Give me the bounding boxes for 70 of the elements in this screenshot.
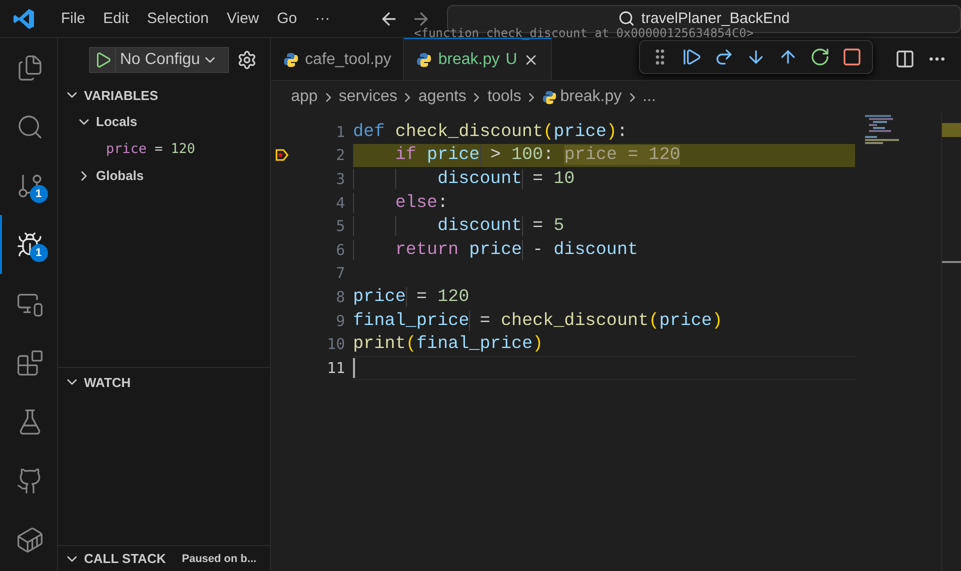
section-title: CALL STACK xyxy=(84,551,166,566)
editor-tab[interactable]: break.py U xyxy=(404,38,552,80)
search-icon xyxy=(16,112,44,140)
line-number: 10 xyxy=(326,335,345,354)
code-line: price = 120 xyxy=(353,286,470,309)
status-text: Paused on b... xyxy=(182,552,256,564)
section-title: VARIABLES xyxy=(84,88,158,102)
stop-icon xyxy=(842,47,862,67)
bug-icon xyxy=(16,230,44,258)
breadcrumb-item[interactable]: ... xyxy=(642,88,656,106)
restart-button[interactable] xyxy=(810,47,830,67)
continue-icon xyxy=(682,47,702,67)
count-badge: 1 xyxy=(30,244,48,262)
untracked-status: U xyxy=(506,50,518,68)
line-number: 5 xyxy=(334,217,345,236)
activity-bar-item[interactable]: 1 xyxy=(0,156,58,215)
line-number: 2 xyxy=(334,146,345,164)
restart-icon xyxy=(810,47,830,67)
menu-item[interactable]: Edit xyxy=(94,10,138,27)
menu-item[interactable]: Go xyxy=(268,10,306,27)
menu-item[interactable]: ··· xyxy=(306,10,340,27)
branch-icon xyxy=(16,172,44,200)
breadcrumb-item[interactable]: break.py xyxy=(560,88,622,106)
paused-breakpoint-icon[interactable] xyxy=(275,148,289,162)
text-cursor xyxy=(353,358,355,378)
line-number: 9 xyxy=(334,312,345,330)
breadcrumb-item[interactable]: services xyxy=(338,88,398,106)
search-icon xyxy=(618,10,636,27)
continue-button[interactable] xyxy=(682,47,702,67)
code-line: discount = 5 xyxy=(353,214,855,238)
menu-item[interactable]: Selection xyxy=(138,10,218,27)
app-logo-icon xyxy=(12,6,36,30)
step-over-button[interactable] xyxy=(714,47,734,67)
files-icon xyxy=(16,54,44,82)
code-line: print(final_price) xyxy=(353,333,544,356)
line-number: 1 xyxy=(334,122,345,141)
code-line: else: xyxy=(353,190,855,214)
count-badge: 1 xyxy=(30,185,48,203)
breadcrumb-item[interactable]: app xyxy=(291,88,318,106)
variable-item[interactable]: price = 120 xyxy=(58,135,270,162)
settings-icon[interactable] xyxy=(237,50,257,70)
python-icon xyxy=(416,52,432,68)
line-number: 3 xyxy=(334,170,345,188)
step-over-icon xyxy=(714,47,734,67)
stop-button[interactable] xyxy=(842,47,862,67)
inline-value: price = 120 xyxy=(564,145,680,166)
line-number: 11 xyxy=(326,358,345,377)
container-icon xyxy=(16,526,44,554)
menu-item[interactable]: View xyxy=(218,10,268,27)
minimap-drawing xyxy=(865,115,899,144)
section-title: WATCH xyxy=(84,374,131,390)
code-line: def check_discount(price): xyxy=(353,120,629,144)
scope-label[interactable]: Globals xyxy=(96,168,144,183)
menu-item[interactable]: File xyxy=(52,10,94,27)
breadcrumb-item[interactable]: tools xyxy=(487,88,522,106)
blocks-icon xyxy=(16,348,44,376)
scope-label[interactable]: Locals xyxy=(96,114,138,129)
config-select[interactable]: No Configu xyxy=(116,51,228,69)
code-line: discount = 10 xyxy=(353,167,855,191)
line-number: 6 xyxy=(334,240,345,259)
python-icon xyxy=(283,52,299,68)
line-number: 7 xyxy=(334,264,345,282)
line-number: 4 xyxy=(334,194,345,212)
code-line: final_price = check_discount(price) xyxy=(353,310,724,332)
line-number: 8 xyxy=(334,288,345,306)
python-icon xyxy=(542,90,558,104)
split-editor-icon[interactable] xyxy=(895,49,915,69)
breadcrumb-item[interactable]: agents xyxy=(418,88,466,106)
code-line: return price - discount xyxy=(353,238,855,262)
cursor-marker xyxy=(942,261,961,263)
